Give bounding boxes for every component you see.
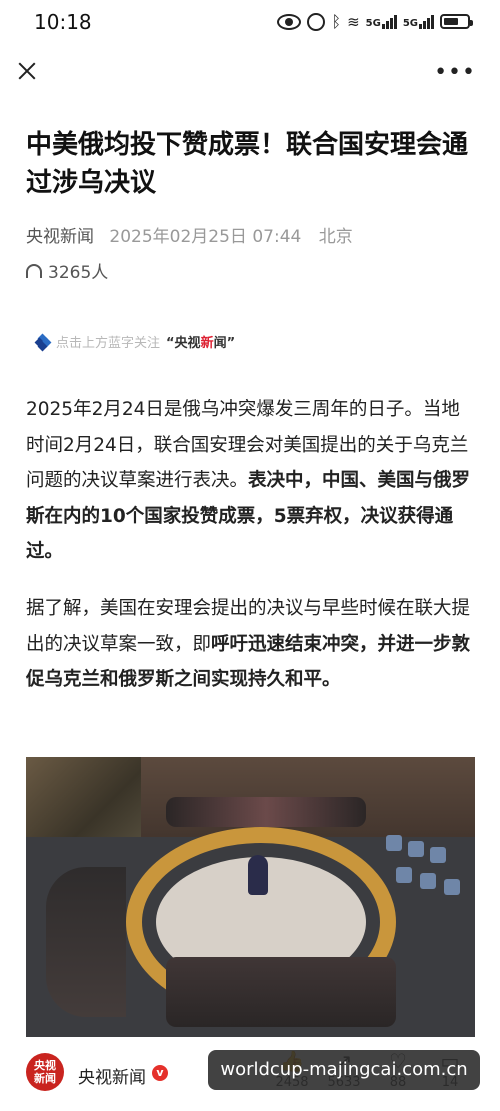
listen-button[interactable]: 3265人: [26, 258, 108, 283]
more-button[interactable]: •••: [434, 60, 476, 85]
delegates-bottom: [166, 957, 396, 1027]
battery-icon: [440, 14, 473, 29]
follow-banner[interactable]: 点击上方蓝字关注 “央视新闻”: [34, 332, 236, 351]
network-type-1: 5G: [365, 17, 381, 29]
watermark: worldcup-majingcai.com.cn: [208, 1050, 480, 1090]
wifi-icon: ≋: [347, 12, 360, 31]
headphones-icon: [26, 263, 42, 278]
signal-icon-2: 5G: [402, 14, 434, 29]
bluetooth-icon: ᛒ: [331, 12, 342, 31]
delegates-left: [46, 867, 126, 1017]
paragraph-2: 据了解，美国在安理会提出的决议与早些时候在联大提出的决议草案一致，即呼吁迅速结束…: [26, 591, 476, 698]
verified-icon: v: [152, 1065, 168, 1081]
status-time: 10:18: [34, 10, 92, 34]
account-name[interactable]: 央视新闻: [78, 1063, 146, 1088]
article-photo[interactable]: [26, 757, 475, 1037]
article-title: 中美俄均投下赞成票！联合国安理会通过涉乌决议: [26, 130, 469, 198]
article-date: 2025年02月25日 07:44: [109, 227, 302, 247]
paragraph-1: 2025年2月24日是俄乌冲突爆发三周年的日子。当地时间2月24日，联合国安理会…: [26, 392, 476, 570]
article-source[interactable]: 央视新闻: [26, 227, 94, 247]
status-bar: 10:18 ᛒ ≋ 5G 5G: [0, 0, 500, 44]
center-figure: [248, 855, 268, 895]
article-location: 北京: [318, 227, 353, 247]
account-avatar[interactable]: 央视 新闻: [26, 1053, 64, 1091]
signal-icon-1: 5G: [365, 14, 397, 29]
brand-diamond-icon: [34, 333, 52, 351]
blue-chairs: [386, 827, 475, 917]
close-icon[interactable]: [12, 56, 42, 86]
article-meta: 央视新闻 2025年02月25日 07:44 北京: [26, 222, 353, 247]
network-type-2: 5G: [402, 17, 418, 29]
status-icons: ᛒ ≋ 5G 5G: [277, 12, 473, 31]
listener-count: 3265人: [48, 263, 109, 283]
follow-prefix: 点击上方蓝字关注: [56, 336, 161, 351]
follow-brand: “央视新闻”: [166, 336, 236, 351]
delegates-top: [166, 797, 366, 827]
alarm-icon: [307, 12, 326, 31]
eye-icon: [277, 13, 302, 30]
